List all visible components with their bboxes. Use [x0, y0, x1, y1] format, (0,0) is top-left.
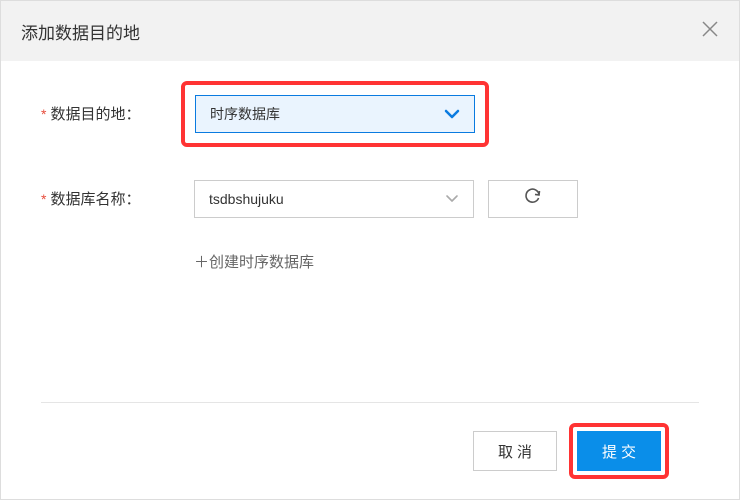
submit-highlight: 提交 [569, 423, 669, 479]
chevron-down-icon [445, 194, 459, 203]
modal-body: *数据目的地： 时序数据库 *数据库名称： tsdbshujuku [1, 61, 739, 402]
cancel-button[interactable]: 取消 [473, 431, 557, 471]
dbname-select[interactable]: tsdbshujuku [194, 180, 474, 218]
submit-button[interactable]: 提交 [577, 431, 661, 471]
add-destination-modal: 添加数据目的地 *数据目的地： 时序数据库 *数据库名称： [0, 0, 740, 500]
required-mark: * [41, 191, 46, 207]
dbname-select-value: tsdbshujuku [209, 191, 284, 207]
close-icon [701, 17, 719, 44]
destination-select[interactable]: 时序数据库 [195, 95, 475, 133]
refresh-button[interactable] [488, 180, 578, 218]
modal-title: 添加数据目的地 [21, 19, 140, 44]
destination-highlight: 时序数据库 [181, 81, 489, 147]
refresh-icon [523, 186, 543, 211]
destination-row: *数据目的地： 时序数据库 [41, 91, 699, 136]
destination-label: *数据目的地： [41, 103, 181, 124]
destination-select-value: 时序数据库 [210, 104, 280, 124]
modal-footer: 取消 提交 [41, 402, 699, 499]
dbname-row: *数据库名称： tsdbshujuku [41, 176, 699, 221]
modal-header: 添加数据目的地 [1, 1, 739, 61]
required-mark: * [41, 106, 46, 122]
chevron-down-icon [444, 109, 460, 119]
close-button[interactable] [701, 19, 719, 43]
create-link-row: ＋创建时序数据库 [194, 251, 699, 272]
dbname-label: *数据库名称： [41, 188, 181, 209]
create-tsdb-link[interactable]: ＋创建时序数据库 [194, 251, 314, 272]
